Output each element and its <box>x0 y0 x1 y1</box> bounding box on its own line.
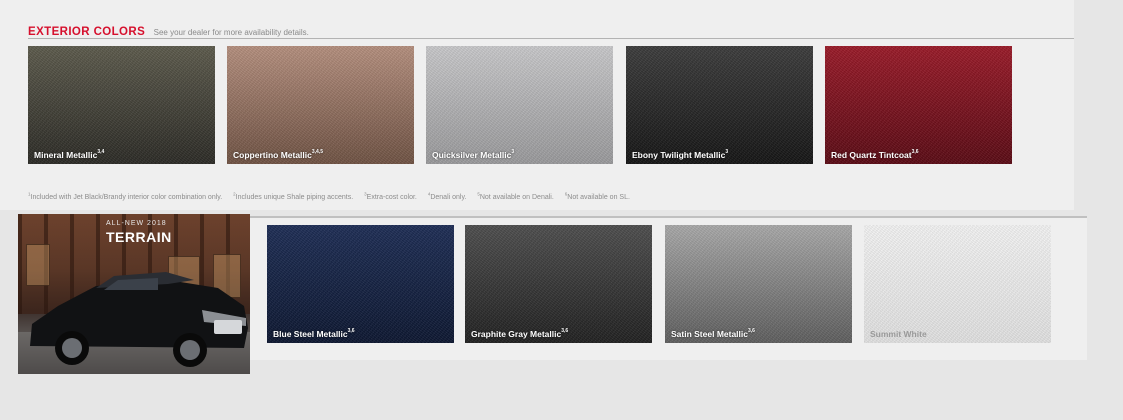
swatch-texture <box>227 46 414 164</box>
swatch-summit-white[interactable]: Summit White <box>864 225 1051 343</box>
footnote: 5Not available on Denali. <box>477 192 554 202</box>
swatch-texture <box>665 225 852 343</box>
swatch-texture <box>267 225 454 343</box>
swatch-label: Ebony Twilight Metallic3 <box>632 149 729 160</box>
swatch-label: Red Quartz Tintcoat3,6 <box>831 149 919 160</box>
swatch-texture <box>825 46 1012 164</box>
promo-kicker: ALL-NEW 2018 <box>106 220 167 227</box>
swatch-ebony-twilight-metallic[interactable]: Ebony Twilight Metallic3 <box>626 46 813 164</box>
swatch-texture <box>864 225 1051 343</box>
swatch-blue-steel-metallic[interactable]: Blue Steel Metallic3,6 <box>267 225 454 343</box>
promo-model-name: TERRAIN <box>106 229 172 245</box>
swatch-texture <box>426 46 613 164</box>
swatch-quicksilver-metallic[interactable]: Quicksilver Metallic3 <box>426 46 613 164</box>
footnote: 6Not available on SL. <box>564 192 630 202</box>
swatch-texture <box>626 46 813 164</box>
footnote: 4Denali only. <box>427 192 467 202</box>
section-subtitle: See your dealer for more availability de… <box>153 28 309 37</box>
swatch-mineral-metallic[interactable]: Mineral Metallic3,4 <box>28 46 215 164</box>
swatch-label: Satin Steel Metallic3,6 <box>671 328 755 339</box>
swatch-texture <box>28 46 215 164</box>
swatch-graphite-gray-metallic[interactable]: Graphite Gray Metallic3,6 <box>465 225 652 343</box>
swatch-label: Coppertino Metallic3,4,5 <box>233 149 323 160</box>
header-divider <box>28 38 1074 39</box>
section-divider <box>250 216 1087 218</box>
footnote: 1Included with Jet Black/Brandy interior… <box>28 192 223 202</box>
swatch-label: Summit White <box>870 329 927 339</box>
swatch-label: Mineral Metallic3,4 <box>34 149 105 160</box>
swatch-label: Quicksilver Metallic3 <box>432 149 515 160</box>
footnote: 3Extra-cost color. <box>364 192 417 202</box>
swatch-satin-steel-metallic[interactable]: Satin Steel Metallic3,6 <box>665 225 852 343</box>
swatch-label: Blue Steel Metallic3,6 <box>273 328 355 339</box>
swatch-red-quartz-tintcoat[interactable]: Red Quartz Tintcoat3,6 <box>825 46 1012 164</box>
swatch-label: Graphite Gray Metallic3,6 <box>471 328 569 339</box>
terrain-promo-image[interactable]: ALL-NEW 2018 TERRAIN <box>18 214 250 374</box>
section-title: EXTERIOR COLORS <box>28 26 146 38</box>
swatch-coppertino-metallic[interactable]: Coppertino Metallic3,4,5 <box>227 46 414 164</box>
footnote: 2Includes unique Shale piping accents. <box>233 192 354 202</box>
footnotes: 1Included with Jet Black/Brandy interior… <box>28 192 639 201</box>
swatch-texture <box>465 225 652 343</box>
